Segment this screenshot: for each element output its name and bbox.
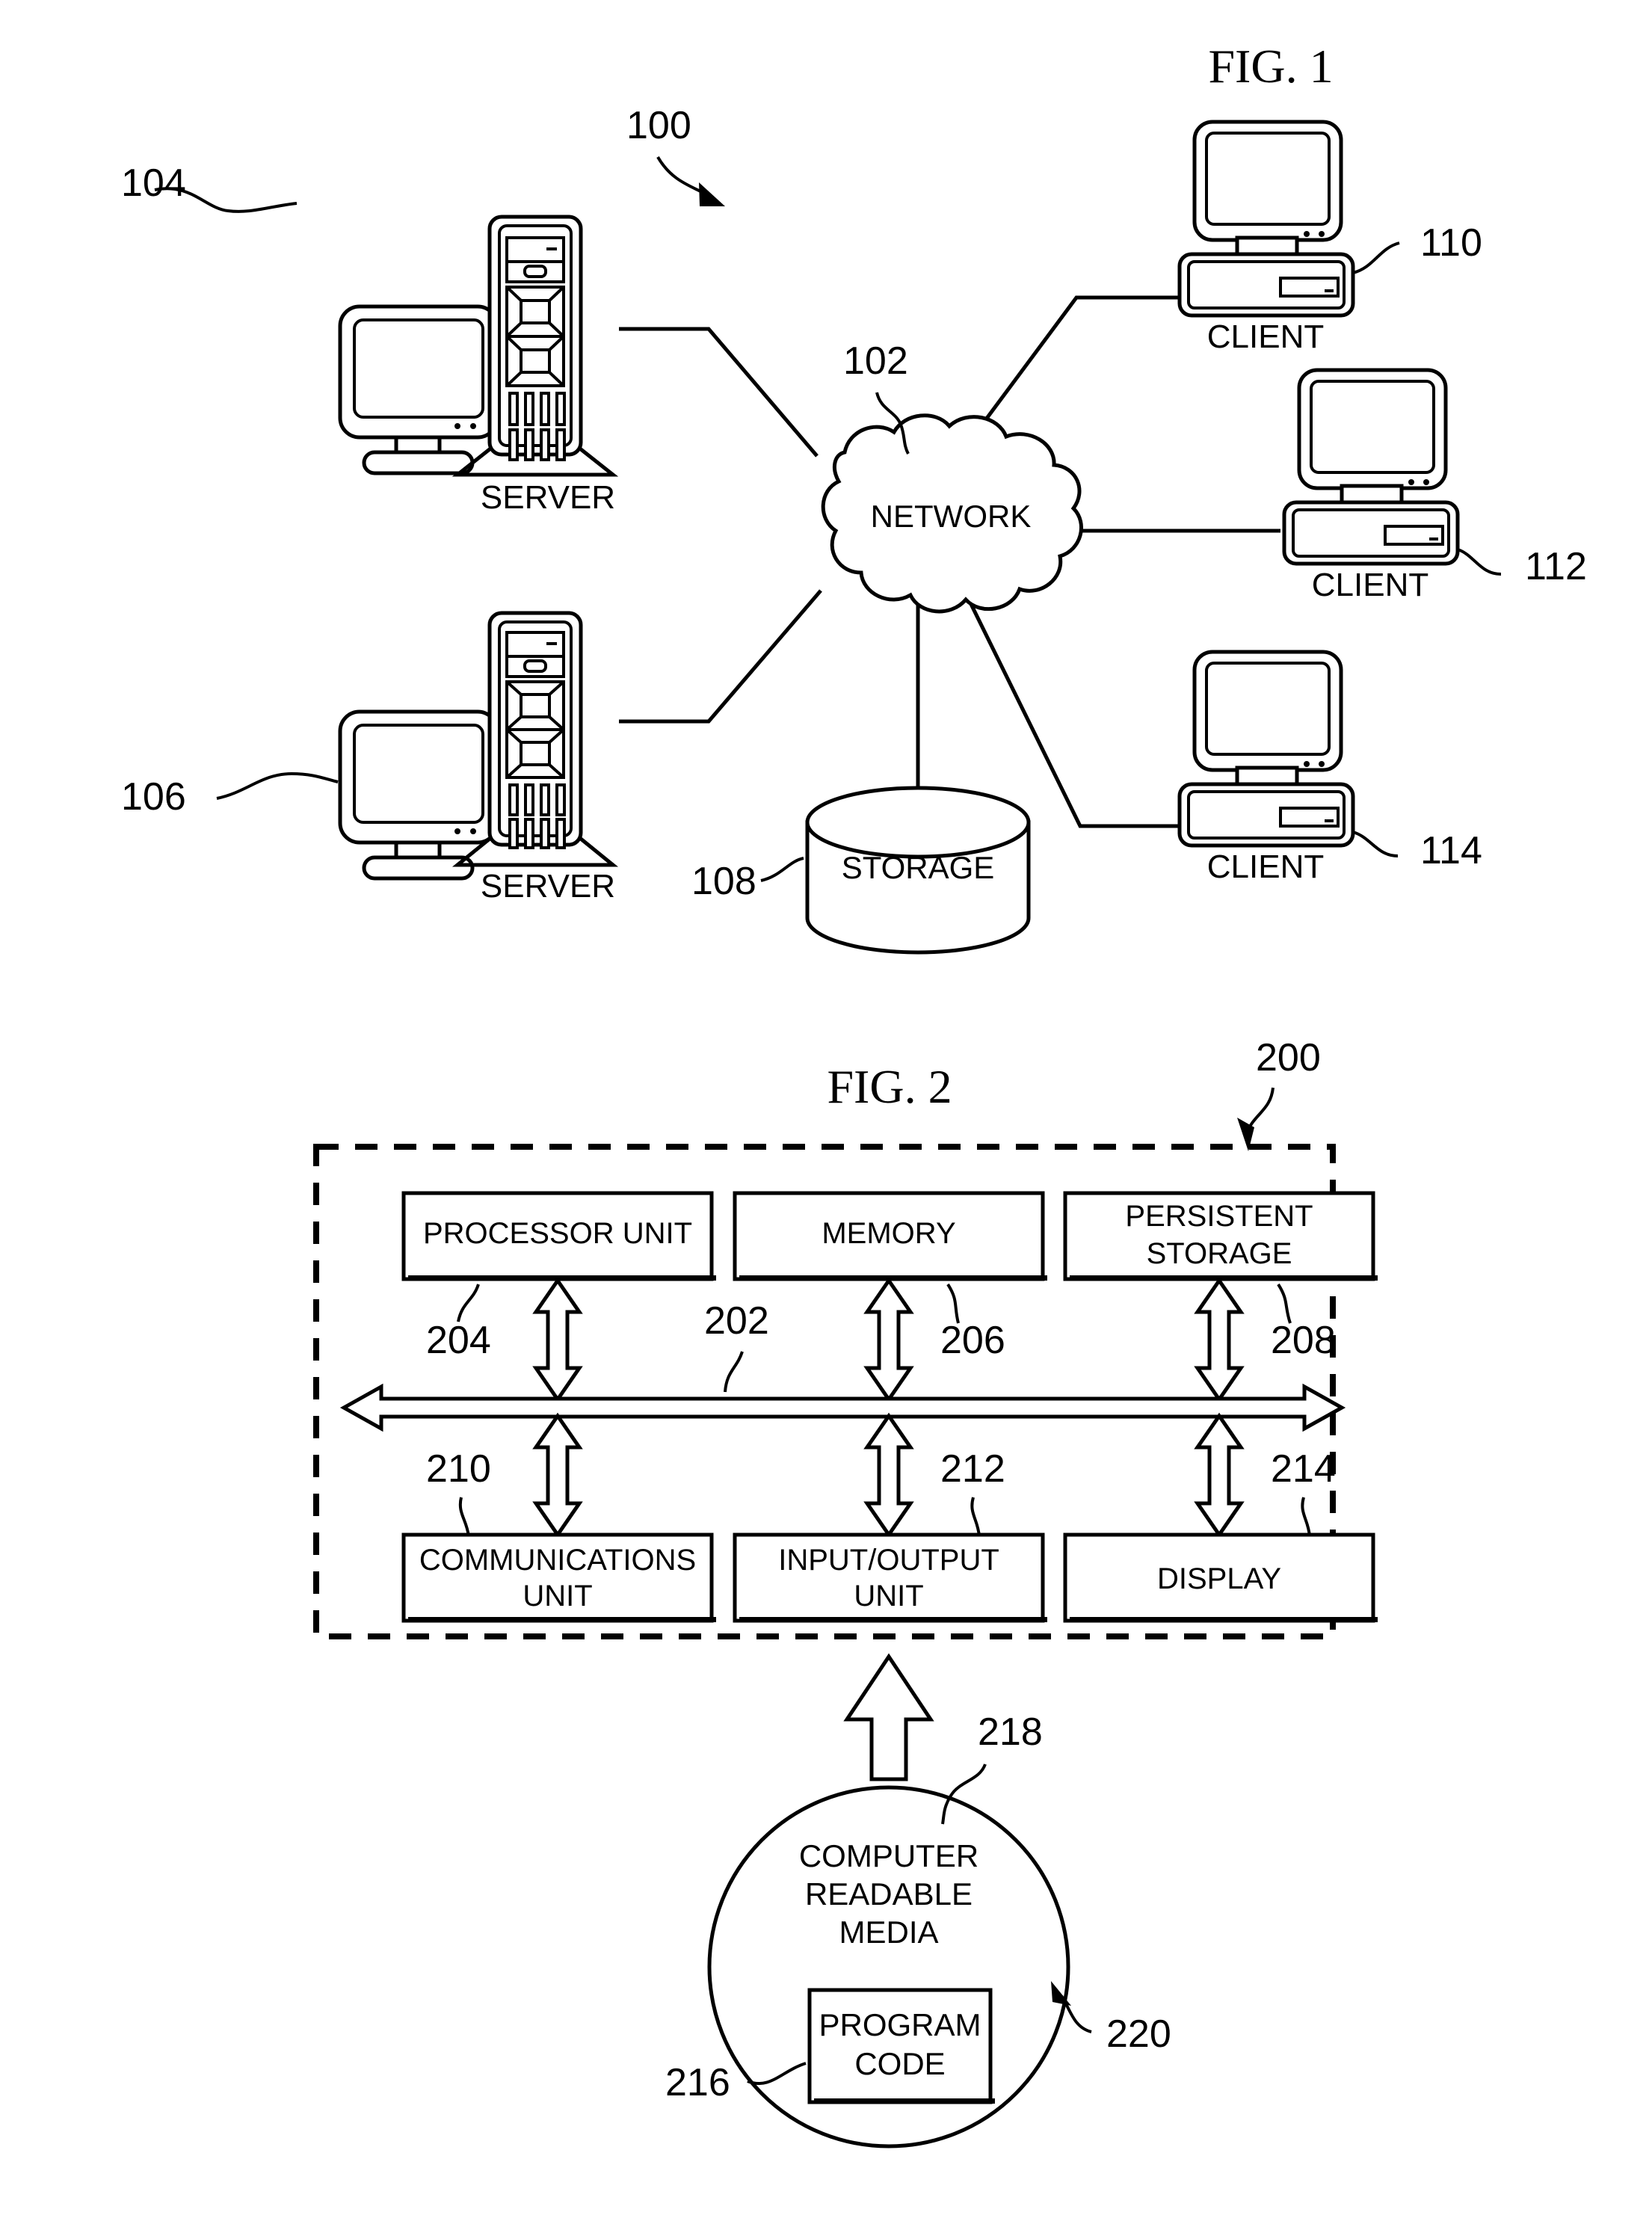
server-104-label: SERVER	[481, 479, 615, 516]
fig2-ref-216-label: 216	[665, 2061, 730, 2104]
server-106-label: SERVER	[481, 868, 615, 905]
fig2-ref-210-leader	[458, 1497, 470, 1537]
persistent-storage-label-line1: PERSISTENT	[1125, 1200, 1313, 1233]
network-label: NETWORK	[871, 499, 1032, 534]
fig2-ref-200-label: 200	[1256, 1036, 1321, 1079]
fig1-ref-106-leader	[216, 771, 339, 800]
display-label: DISPLAY	[1157, 1562, 1281, 1595]
fig1-ref-112-leader	[1457, 548, 1502, 576]
figure-2-group: FIG. 2 200 PROCESSOR UNIT MEMORY PERSIST…	[313, 1036, 1378, 2148]
fig2-ref-210-label: 210	[426, 1447, 491, 1491]
connector-bus-io	[863, 1412, 914, 1538]
client-114	[1177, 650, 1355, 848]
storage-label: STORAGE	[842, 850, 995, 885]
fig2-ref-208-label: 208	[1271, 1319, 1336, 1362]
communications-unit-label-line2: UNIT	[523, 1580, 592, 1612]
fig2-ref-212-label: 212	[940, 1447, 1005, 1491]
fig1-ref-114-label: 114	[1420, 829, 1482, 872]
fig1-ref-112-label: 112	[1525, 545, 1587, 588]
media-label-line1: COMPUTER	[799, 1838, 978, 1873]
fig1-ref-114-leader	[1352, 831, 1399, 857]
program-code-transfer-arrow	[843, 1653, 934, 1781]
fig2-ref-206-label: 206	[940, 1319, 1005, 1362]
fig2-ref-208-leader	[1277, 1283, 1292, 1324]
figure-canvas: FIG. 1 100 104 SERVER 106 SERVER NETWORK…	[121, 40, 1587, 2148]
client-112-label: CLIENT	[1312, 567, 1428, 603]
fig2-ref-218-label: 218	[978, 1710, 1043, 1754]
program-code-label-line1: PROGRAM	[819, 2007, 981, 2042]
fig2-ref-202-leader	[724, 1351, 744, 1393]
fig1-ref-108-leader	[760, 857, 804, 882]
patent-figure-sheet: FIG. 1 100 104 SERVER 106 SERVER NETWORK…	[0, 0, 1652, 2224]
link-server-106-network	[619, 589, 822, 724]
client-114-label: CLIENT	[1207, 848, 1324, 885]
client-110-label: CLIENT	[1207, 318, 1324, 355]
fig2-ref-204-leader	[457, 1284, 480, 1322]
connector-persistent-storage-bus	[1194, 1277, 1245, 1403]
fig2-ref-204-label: 204	[426, 1319, 491, 1362]
input-output-unit-label-line1: INPUT/OUTPUT	[778, 1544, 999, 1577]
system-bus	[339, 1383, 1346, 1432]
fig2-ref-220-label: 220	[1106, 2012, 1171, 2056]
fig2-ref-202-label: 202	[704, 1299, 769, 1343]
communications-unit-label-line1: COMMUNICATIONS	[419, 1544, 696, 1577]
connector-bus-display	[1194, 1412, 1245, 1538]
figure-1-group: FIG. 1 100 104 SERVER 106 SERVER NETWORK…	[121, 40, 1587, 955]
media-label-line3: MEDIA	[839, 1915, 938, 1950]
connector-processor-bus	[532, 1277, 583, 1403]
persistent-storage-label-line2: STORAGE	[1147, 1237, 1292, 1270]
fig1-ref-110-label: 110	[1420, 221, 1482, 265]
fig1-ref-102-label: 102	[843, 339, 908, 383]
memory-label: MEMORY	[822, 1217, 955, 1250]
fig2-ref-212-leader	[970, 1497, 981, 1537]
fig1-ref-104-label: 104	[121, 161, 186, 205]
link-server-104-network	[619, 327, 819, 458]
client-110	[1177, 120, 1355, 318]
media-label-line2: READABLE	[805, 1876, 973, 1912]
connector-memory-bus	[863, 1277, 914, 1403]
connector-bus-communications	[532, 1412, 583, 1538]
fig1-ref-100-label: 100	[626, 104, 691, 147]
link-network-client-114	[966, 597, 1181, 828]
fig2-ref-206-leader	[946, 1283, 960, 1324]
processor-unit-label: PROCESSOR UNIT	[423, 1217, 692, 1250]
program-code-label-line2: CODE	[854, 2046, 945, 2081]
fig2-title: FIG. 2	[827, 1060, 952, 1113]
fig1-ref-100-arrowhead	[699, 182, 725, 206]
fig2-ref-214-label: 214	[1271, 1447, 1336, 1491]
fig1-ref-110-leader	[1352, 241, 1400, 274]
input-output-unit-label-line2: UNIT	[854, 1580, 923, 1612]
server-104-monitor	[338, 304, 499, 475]
fig1-title: FIG. 1	[1208, 40, 1333, 93]
fig1-ref-108-label: 108	[691, 860, 756, 903]
fig2-ref-214-leader	[1301, 1497, 1311, 1537]
client-112	[1282, 368, 1460, 566]
fig1-ref-106-label: 106	[121, 775, 186, 819]
